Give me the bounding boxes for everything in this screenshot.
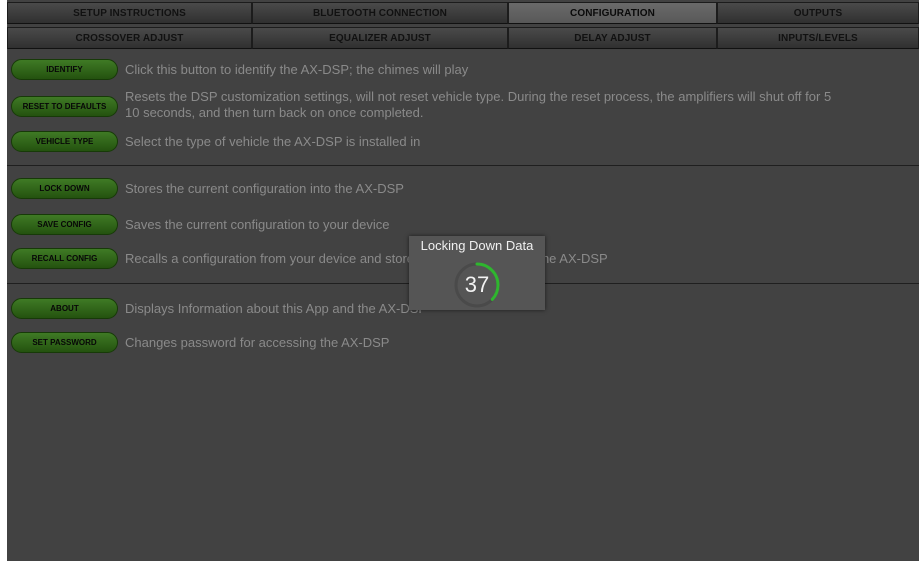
tab-crossover-adjust[interactable]: CROSSOVER ADJUST <box>7 27 252 49</box>
tab-equalizer-adjust[interactable]: EQUALIZER ADJUST <box>252 27 508 49</box>
reset-to-defaults-button[interactable]: RESET TO DEFAULTS <box>11 96 118 117</box>
reset-description-line2: 10 seconds, and then turn back on once c… <box>125 105 424 120</box>
vehicle-type-button[interactable]: VEHICLE TYPE <box>11 131 118 152</box>
identify-button[interactable]: IDENTIFY <box>11 59 118 80</box>
lock-down-button[interactable]: LOCK DOWN <box>11 178 118 199</box>
tab-delay-adjust[interactable]: DELAY ADJUST <box>508 27 717 49</box>
dialog-title: Locking Down Data <box>420 238 534 253</box>
tab-inputs-levels[interactable]: INPUTS/LEVELS <box>717 27 919 49</box>
locking-progress-dialog: Locking Down Data 37 <box>409 236 545 310</box>
lock-down-description: Stores the current configuration into th… <box>125 181 404 196</box>
section-divider <box>7 165 919 166</box>
tab-configuration[interactable]: CONFIGURATION <box>508 2 717 24</box>
about-description: Displays Information about this App and … <box>125 301 428 316</box>
save-config-button[interactable]: SAVE CONFIG <box>11 214 118 235</box>
tab-setup-instructions[interactable]: SETUP INSTRUCTIONS <box>7 2 252 24</box>
recall-config-button[interactable]: RECALL CONFIG <box>11 248 118 269</box>
save-config-description: Saves the current configuration to your … <box>125 217 390 232</box>
set-password-description: Changes password for accessing the AX-DS… <box>125 335 390 350</box>
vehicle-type-description: Select the type of vehicle the AX-DSP is… <box>125 134 421 149</box>
reset-description-line1: Resets the DSP customization settings, w… <box>125 89 832 104</box>
progress-value: 37 <box>464 272 490 297</box>
about-button[interactable]: ABOUT <box>11 298 118 319</box>
identify-description: Click this button to identify the AX-DSP… <box>125 62 469 77</box>
set-password-button[interactable]: SET PASSWORD <box>11 332 118 353</box>
tab-bar-primary: SETUP INSTRUCTIONS BLUETOOTH CONNECTION … <box>7 2 919 24</box>
app-window: SETUP INSTRUCTIONS BLUETOOTH CONNECTION … <box>7 0 919 561</box>
tab-bluetooth-connection[interactable]: BLUETOOTH CONNECTION <box>252 2 508 24</box>
tab-outputs[interactable]: OUTPUTS <box>717 2 919 24</box>
tab-bar-secondary: CROSSOVER ADJUST EQUALIZER ADJUST DELAY … <box>7 27 919 49</box>
